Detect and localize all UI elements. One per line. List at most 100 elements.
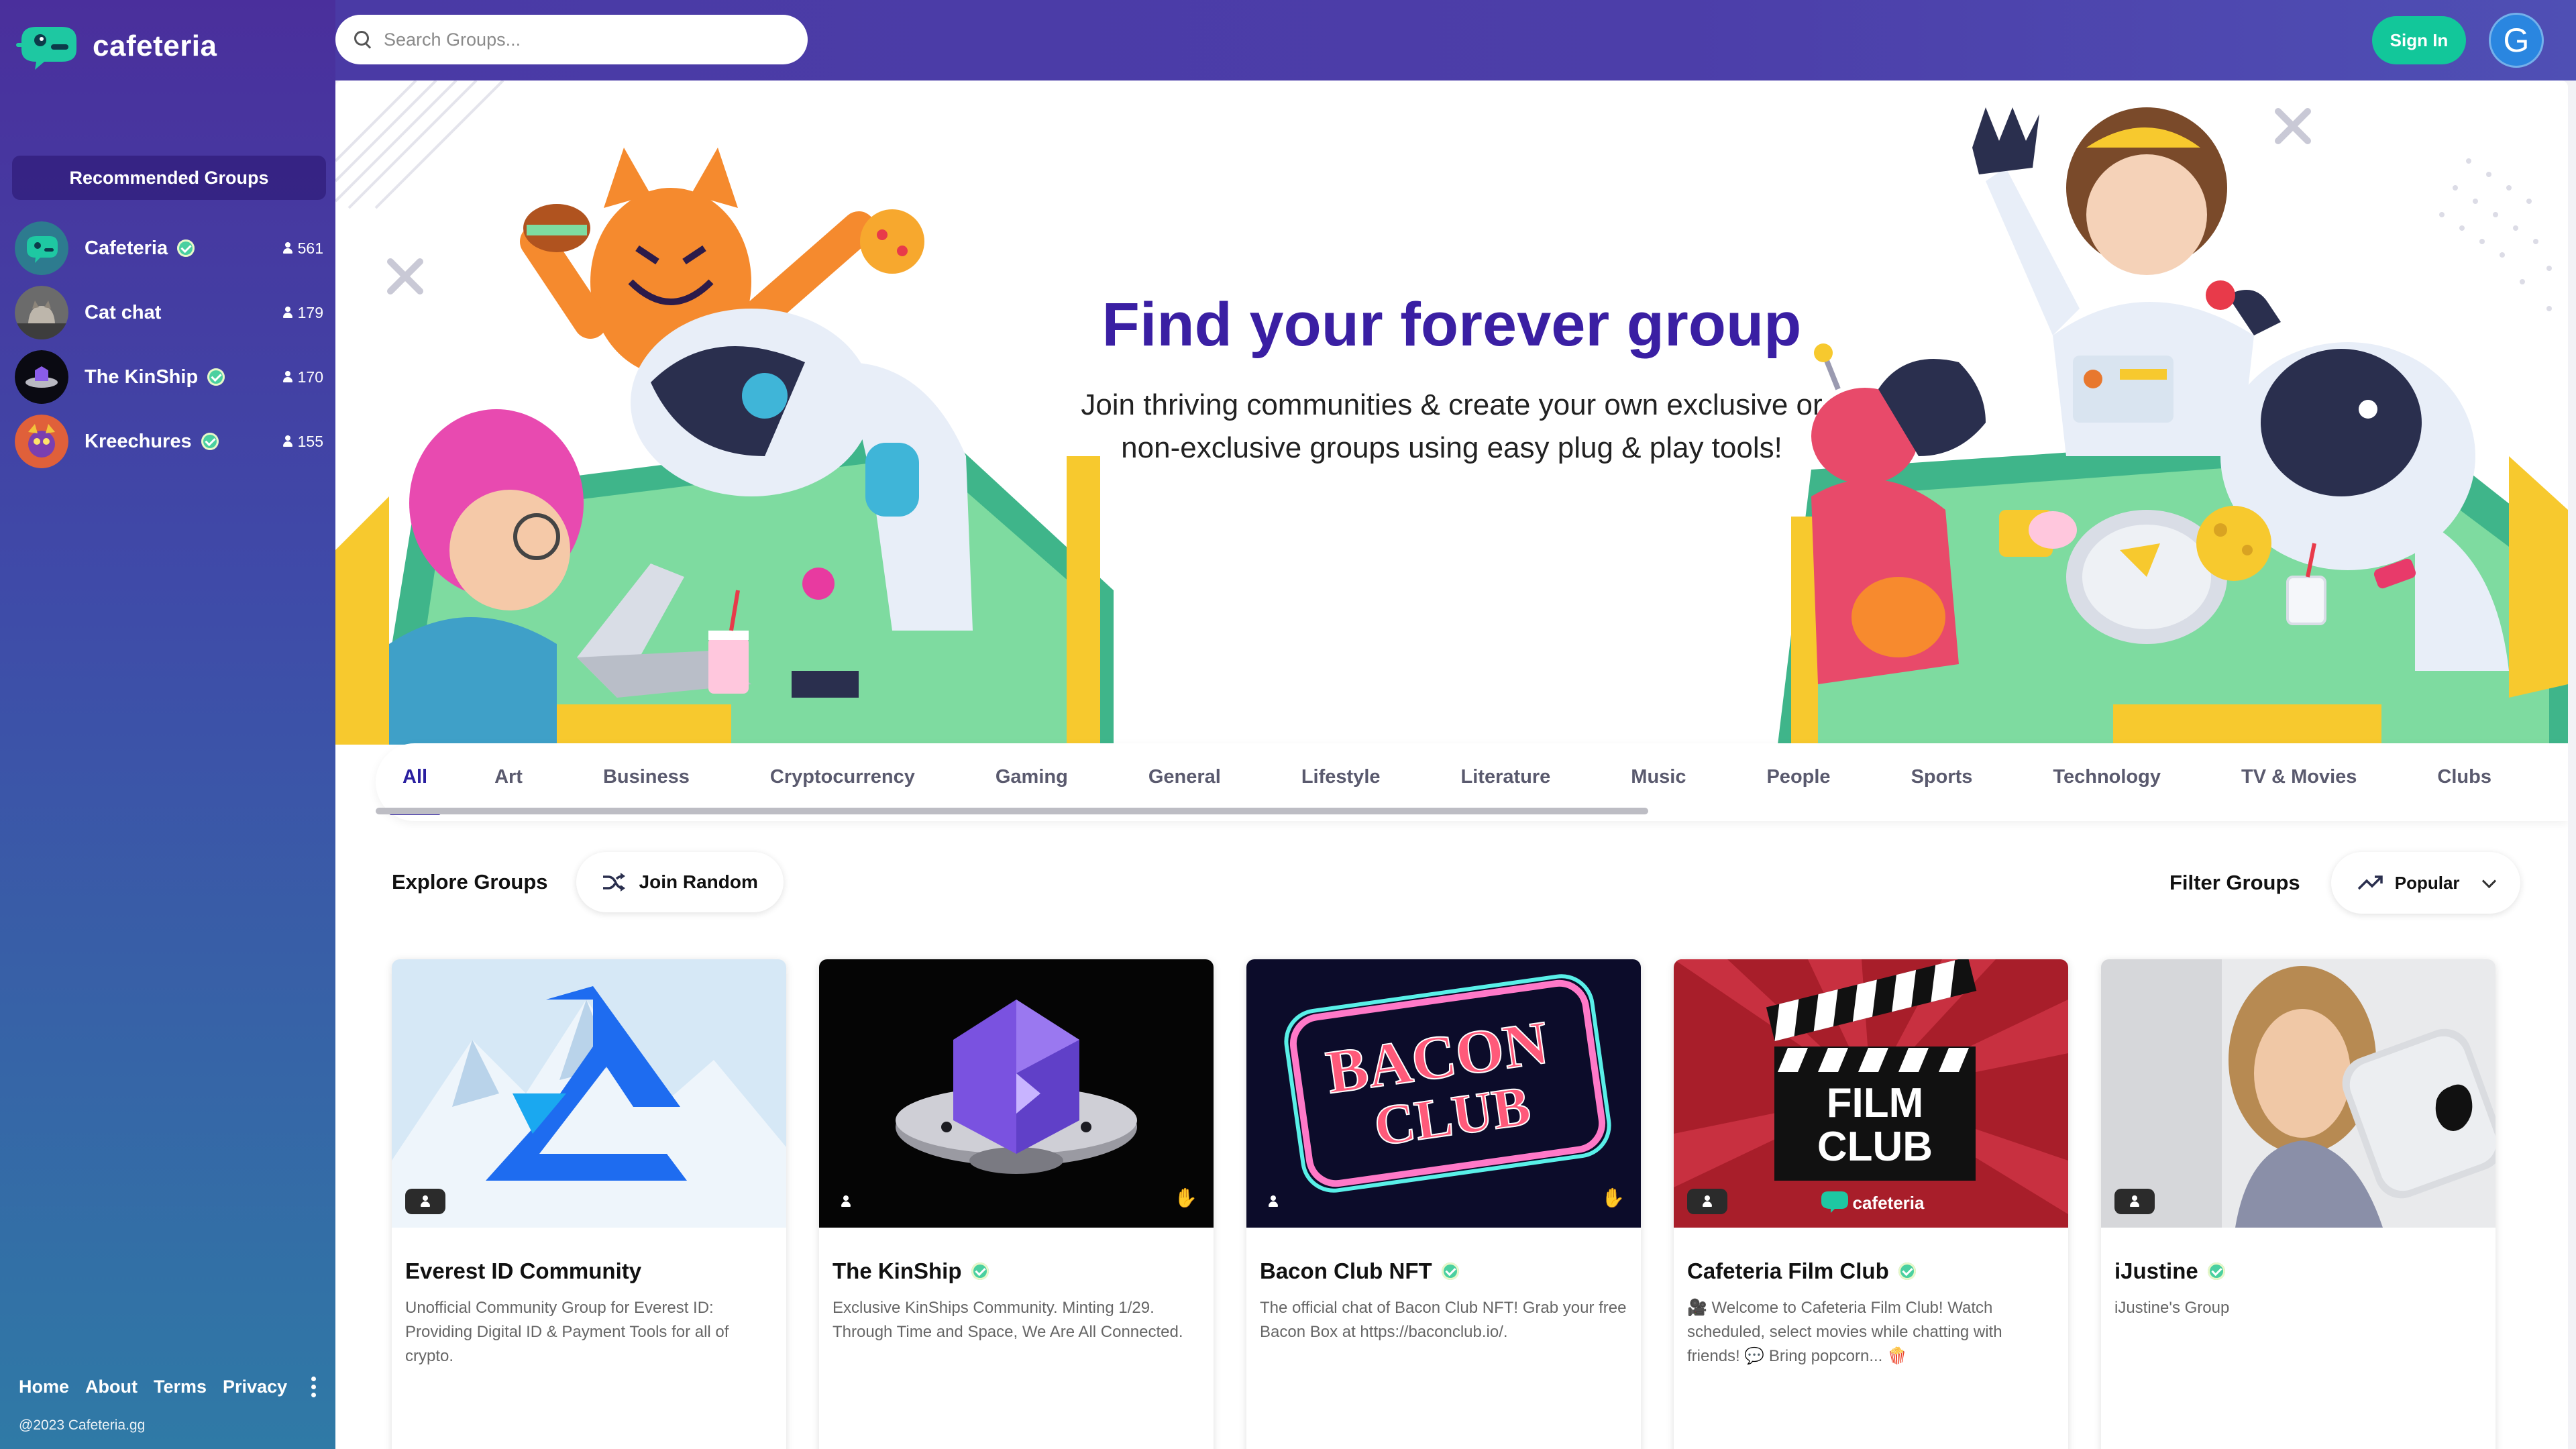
group-card-everest[interactable]: Everest ID Community Unofficial Communit… [392,959,786,1449]
category-tabs: All Art Business Cryptocurrency Gaming Genera… [376,743,2568,821]
kinship-ufo-icon [819,959,1214,1228]
member-count-value: 170 [297,368,323,386]
sidebar-item-kreechures[interactable]: Kreechures 155 [15,409,323,474]
film-club-logo-text-1: FILM [1827,1080,1924,1126]
recommended-groups-list: Cafeteria 561 Cat chat 179 The KinShip 1… [15,216,323,474]
search-icon [354,31,372,48]
tab-business[interactable]: Business [563,766,730,788]
group-cards: Everest ID Community Unofficial Communit… [392,959,2496,1449]
film-club-logo-icon: FILM CLUB cafeteria [1674,959,2068,1228]
hand-icon: ✋ [1601,1187,1625,1208]
sidebar-item-cafeteria[interactable]: Cafeteria 561 [15,216,323,280]
tab-gaming[interactable]: Gaming [955,766,1108,788]
verified-badge-icon [1441,1263,1459,1280]
tabs-row: All Art Business Cryptocurrency Gaming Genera… [376,743,2532,815]
verified-badge-icon [2207,1263,2225,1280]
tab-literature[interactable]: Literature [1421,766,1591,788]
person-icon [282,242,292,254]
tab-art[interactable]: Art [454,766,563,788]
main-content: Find your forever group Join thriving co… [335,80,2568,1449]
group-card-kinship[interactable]: ✋ The KinShip Exclusive KinShips Communi… [819,959,1214,1449]
hand-icon: ✋ [1174,1187,1197,1208]
member-icon [833,1189,859,1214]
ijustine-photo-icon [2101,959,2496,1228]
app-name: cafeteria [93,30,217,62]
sidebar-item-cat-chat[interactable]: Cat chat 179 [15,280,323,345]
group-card-description: Exclusive KinShips Community. Minting 1/… [833,1299,1183,1341]
verified-badge-icon [201,433,219,450]
hero-subtitle-line-1: Join thriving communities & create your … [1081,388,1823,421]
tab-sports[interactable]: Sports [1871,766,2013,788]
footer-privacy-link[interactable]: Privacy [223,1377,287,1397]
tab-cryptocurrency[interactable]: Cryptocurrency [730,766,955,788]
verified-badge-icon [1898,1263,1916,1280]
member-count-value: 179 [297,303,323,321]
group-card-image: BACON CLUB ✋ [1246,959,1641,1228]
group-card-title-text: Bacon Club NFT [1260,1258,1432,1283]
group-card-image [2101,959,2496,1228]
member-count-value: 155 [297,432,323,450]
user-avatar[interactable]: G [2489,13,2544,68]
person-icon [2130,1195,2139,1208]
recommended-groups-header: Recommended Groups [12,156,326,200]
explore-groups-title: Explore Groups [392,870,548,894]
avatar [15,350,68,404]
group-card-film-club[interactable]: FILM CLUB cafeteria Cafeteria Film Club … [1674,959,2068,1449]
hero-subtitle: Join thriving communities & create your … [335,384,2568,470]
tab-tv-movies[interactable]: TV & Movies [2201,766,2397,788]
person-icon [282,371,292,383]
join-random-button[interactable]: Join Random [576,852,784,912]
more-options-icon[interactable] [311,1377,317,1397]
film-club-logo-text-2: CLUB [1817,1124,1933,1170]
group-card-ijustine[interactable]: iJustine iJustine's Group [2101,959,2496,1449]
footer-terms-link[interactable]: Terms [154,1377,207,1397]
cat-chat-avatar-icon [15,286,68,339]
avatar [15,221,68,275]
verified-badge-icon [177,239,195,257]
copyright: @2023 Cafeteria.gg [19,1417,146,1433]
sidebar-item-the-kinship[interactable]: The KinShip 170 [15,345,323,409]
hero-title: Find your forever group [1102,290,1802,359]
group-card-description: iJustine's Group [2114,1299,2230,1317]
group-card-bacon-club[interactable]: BACON CLUB ✋ Bacon Club NFT The official… [1246,959,1641,1449]
cafeteria-logo-icon [16,27,76,70]
tab-clubs[interactable]: Clubs [2397,766,2532,788]
member-icon [1687,1189,1727,1214]
group-card-title-text: The KinShip [833,1258,962,1283]
tabs-scrollbar[interactable] [376,808,1648,814]
sidebar-item-label: The KinShip [85,366,199,388]
sidebar-item-label: Kreechures [85,430,192,452]
sidebar-item-label: Cat chat [85,301,162,323]
person-icon [421,1195,430,1208]
group-card-title: Everest ID Community [405,1258,773,1284]
trending-up-icon [2357,875,2383,890]
group-card-image [392,959,786,1228]
sort-dropdown[interactable]: Popular [2330,852,2520,914]
group-card-title-text: iJustine [2114,1258,2198,1283]
member-icon [405,1189,445,1214]
search-input[interactable] [382,28,788,51]
tab-people[interactable]: People [1726,766,1870,788]
tab-general[interactable]: General [1108,766,1261,788]
member-count-value: 561 [297,239,323,257]
kreechures-avatar-icon [15,415,68,468]
group-card-title: The KinShip [833,1258,1200,1284]
hero-banner: Find your forever group Join thriving co… [335,80,2568,745]
footer-about-link[interactable]: About [85,1377,138,1397]
bacon-club-logo-icon: BACON CLUB [1246,959,1641,1228]
filter-groups-title: Filter Groups [2169,871,2300,894]
search-bar[interactable] [335,15,808,64]
tab-all[interactable]: All [376,766,454,815]
footer-home-link[interactable]: Home [19,1377,69,1397]
group-card-title: Bacon Club NFT [1260,1258,1627,1284]
member-count: 561 [282,239,323,258]
tab-technology[interactable]: Technology [2012,766,2201,788]
sign-in-button[interactable]: Sign In [2372,16,2466,64]
tab-music[interactable]: Music [1591,766,1726,788]
logo[interactable]: cafeteria [15,20,217,72]
tab-lifestyle[interactable]: Lifestyle [1261,766,1421,788]
group-card-title-text: Everest ID Community [405,1258,642,1283]
member-count: 170 [282,368,323,386]
film-club-brand-text: cafeteria [1853,1193,1925,1213]
sidebar: cafeteria Recommended Groups Cafeteria 5… [0,0,335,1449]
